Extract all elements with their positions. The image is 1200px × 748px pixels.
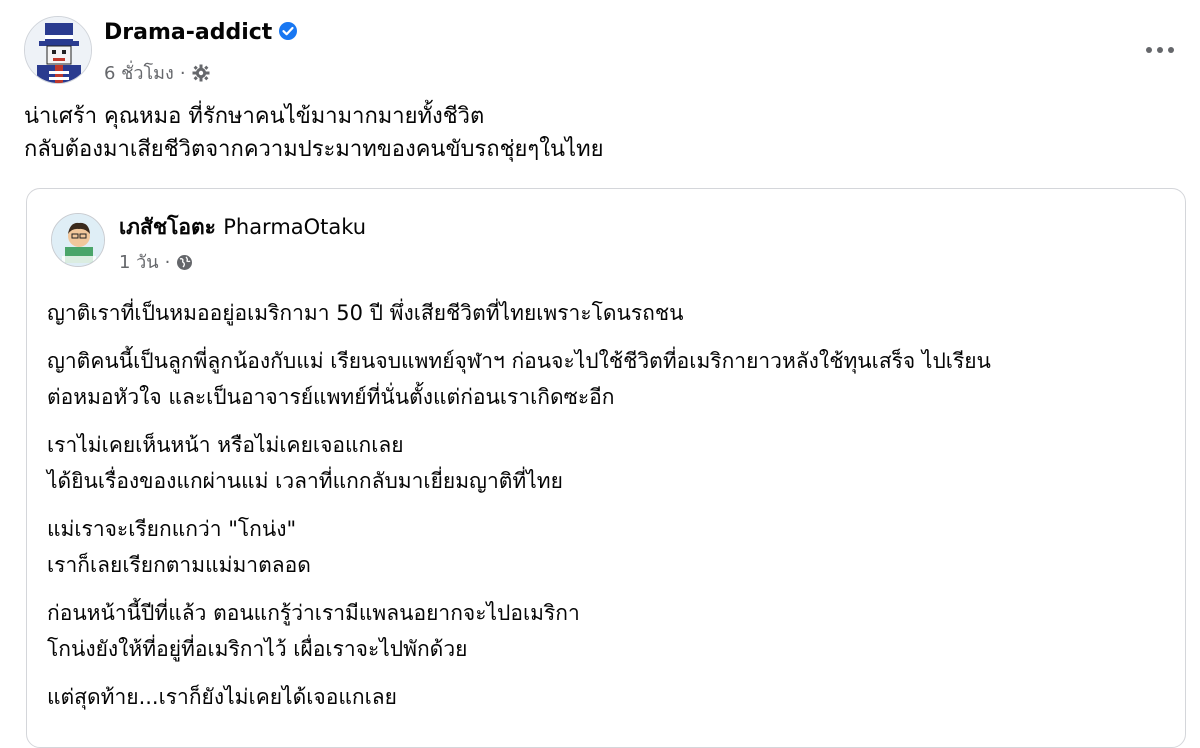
post-text: น่าเศร้า คุณหมอ ที่รักษาคนไข้มามากมายทั้… [24, 100, 604, 166]
paragraph: ญาติเราที่เป็นหมออยู่อเมริกามา 50 ปี พึ่… [47, 295, 1167, 331]
paragraph: เราไม่เคยเห็นหน้า หรือไม่เคยเจอแกเลย ได้… [47, 427, 1167, 499]
settings-gear-icon[interactable] [192, 64, 210, 87]
verified-badge-icon [278, 21, 298, 47]
cartoon-pharmacist-avatar-icon [52, 214, 104, 266]
body-line: ต่อหมอหัวใจ และเป็นอาจารย์แพทย์ที่นั่นตั… [47, 385, 615, 409]
shared-post-time[interactable]: 1 วัน [119, 252, 159, 273]
author-name[interactable]: Drama-addict [104, 20, 272, 45]
shared-author-thai: เภสัชโอตะ [119, 215, 216, 239]
paragraph: แม่เราจะเรียกแกว่า "โกน่ง" เราก็เลยเรียก… [47, 511, 1167, 583]
body-line: ได้ยินเรื่องของแกผ่านแม่ เวลาที่แกกลับมา… [47, 469, 563, 493]
shared-post-meta: 1 วัน · [119, 247, 193, 276]
body-line: โกน่งยังให้ที่อยู่ที่อเมริกาไว้ เผื่อเรา… [47, 637, 468, 661]
globe-icon [176, 254, 193, 276]
more-options-button[interactable] [1142, 36, 1178, 64]
author-avatar[interactable] [24, 16, 92, 84]
shared-author-latin: PharmaOtaku [223, 215, 367, 239]
paragraph: ก่อนหน้านี้ปีที่แล้ว ตอนแกรู้ว่าเรามีแพล… [47, 595, 1167, 667]
paragraph: แต่สุดท้าย...เราก็ยังไม่เคยได้เจอแกเลย [47, 679, 1167, 715]
body-line: แต่สุดท้าย...เราก็ยังไม่เคยได้เจอแกเลย [47, 685, 397, 709]
shared-author-name[interactable]: เภสัชโอตะ PharmaOtaku [119, 211, 366, 244]
shared-author-avatar[interactable] [51, 213, 105, 267]
post-header: Drama-addict 6 ชั่วโมง · [24, 16, 1184, 88]
body-line: เราก็เลยเรียกตามแม่มาตลอด [47, 553, 311, 577]
post-text-line: กลับต้องมาเสียชีวิตจากความประมาทของคนขับ… [24, 137, 604, 162]
paragraph: ญาติคนนี้เป็นลูกพี่ลูกน้องกับแม่ เรียนจบ… [47, 343, 1167, 415]
shared-post-card[interactable]: เภสัชโอตะ PharmaOtaku 1 วัน · ญาติเราที่เ… [26, 188, 1186, 748]
shared-post-body: ญาติเราที่เป็นหมออยู่อเมริกามา 50 ปี พึ่… [47, 295, 1167, 727]
body-line: ญาติเราที่เป็นหมออยู่อเมริกามา 50 ปี พึ่… [47, 301, 684, 325]
meta-separator: · [179, 63, 186, 84]
author-name-row: Drama-addict [104, 20, 298, 47]
more-options-icon [1146, 47, 1174, 53]
post-text-line: น่าเศร้า คุณหมอ ที่รักษาคนไข้มามากมายทั้… [24, 104, 485, 129]
post-time[interactable]: 6 ชั่วโมง [104, 63, 174, 84]
body-line: แม่เราจะเรียกแกว่า "โกน่ง" [47, 517, 297, 541]
body-line: เราไม่เคยเห็นหน้า หรือไม่เคยเจอแกเลย [47, 433, 404, 457]
body-line: ก่อนหน้านี้ปีที่แล้ว ตอนแกรู้ว่าเรามีแพล… [47, 601, 580, 625]
post-meta: 6 ชั่วโมง · [104, 58, 210, 87]
body-line: ญาติคนนี้เป็นลูกพี่ลูกน้องกับแม่ เรียนจบ… [47, 349, 991, 373]
meta-separator: · [164, 252, 171, 273]
uncle-sam-avatar-icon [25, 17, 91, 83]
